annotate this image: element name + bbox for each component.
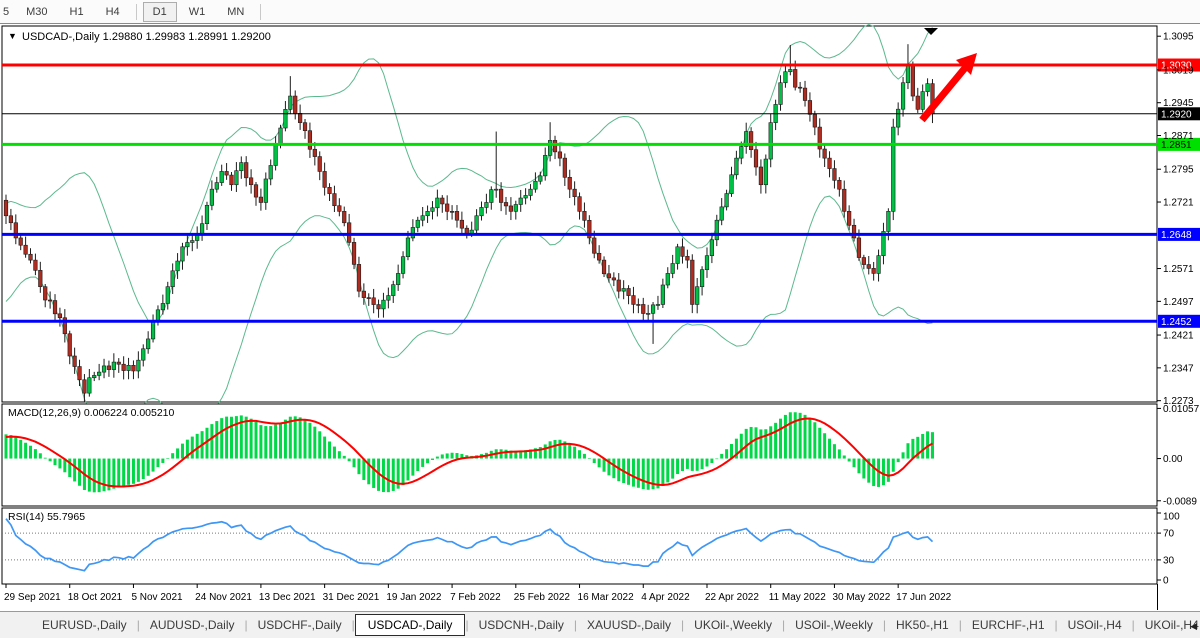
date-axis-label: 16 Mar 2022 — [578, 592, 635, 603]
chart-tabs-bar: EURUSD-,Daily|AUDUSD-,Daily|USDCHF-,Dail… — [0, 611, 1200, 638]
macd-axis-label: 0.00 — [1163, 454, 1183, 465]
rsi-panel — [2, 508, 1157, 584]
symbol-tab-xauusd-daily[interactable]: XAUUSD-,Daily — [577, 615, 681, 635]
rsi-axis-label: 0 — [1163, 576, 1169, 587]
symbol-tab-eurchf-h1[interactable]: EURCHF-,H1 — [962, 615, 1055, 635]
price-tick-label: 1.2795 — [1163, 165, 1194, 176]
toolbar-separator — [136, 4, 137, 20]
tabs-scroll-left-icon[interactable]: ◀ — [1190, 621, 1197, 632]
timeframe-button-5[interactable]: 5 — [1, 2, 14, 22]
symbol-tab-usdcad-daily[interactable]: USDCAD-,Daily — [355, 614, 466, 636]
date-axis-label: 5 Nov 2021 — [131, 592, 183, 603]
date-axis-label: 17 Jun 2022 — [896, 592, 951, 603]
symbol-tab-hk50-h1[interactable]: HK50-,H1 — [886, 615, 959, 635]
date-axis-label: 31 Dec 2021 — [323, 592, 380, 603]
macd-label: MACD(12,26,9) 0.006224 0.005210 — [8, 407, 175, 419]
symbol-tab-audusd-daily[interactable]: AUDUSD-,Daily — [140, 615, 245, 635]
timeframe-button-H4[interactable]: H4 — [96, 2, 130, 22]
date-axis-label: 13 Dec 2021 — [259, 592, 316, 603]
trading-terminal-window: 5M30H1H4D1W1MN 1.30301.29201.28511.26481… — [0, 0, 1200, 638]
date-axis-label: 30 May 2022 — [832, 592, 890, 603]
price-tick-label: 1.2871 — [1163, 131, 1194, 142]
date-axis-label: 7 Feb 2022 — [450, 592, 501, 603]
symbol-tab-usdcnh-daily[interactable]: USDCNH-,Daily — [469, 615, 574, 635]
date-axis-label: 11 May 2022 — [769, 592, 827, 603]
date-axis-label: 24 Nov 2021 — [195, 592, 252, 603]
price-tick-label: 1.2497 — [1163, 297, 1194, 308]
symbol-tab-usoil-h4[interactable]: USOil-,H4 — [1058, 615, 1132, 635]
timeframe-button-H1[interactable]: H1 — [60, 2, 94, 22]
price-tick-label: 1.3095 — [1163, 32, 1194, 43]
price-tick-label: 1.2571 — [1163, 264, 1194, 275]
symbol-tab-usdchf-daily[interactable]: USDCHF-,Daily — [248, 615, 352, 635]
date-axis-label: 19 Jan 2022 — [386, 592, 441, 603]
date-axis-label: 4 Apr 2022 — [641, 592, 690, 603]
rsi-label: RSI(14) 55.7965 — [8, 511, 85, 523]
timeframe-button-W1[interactable]: W1 — [179, 2, 216, 22]
timeframe-button-D1[interactable]: D1 — [143, 2, 177, 22]
date-axis-label: 18 Oct 2021 — [68, 592, 123, 603]
svg-text:1.2920: 1.2920 — [1161, 109, 1192, 120]
rsi-axis-label: 30 — [1163, 555, 1175, 566]
timeframe-toolbar: 5M30H1H4 D1W1MN — [0, 0, 1200, 24]
date-axis-label: 25 Feb 2022 — [514, 592, 571, 603]
price-tick-label: 1.2421 — [1163, 331, 1194, 342]
symbol-tab-ukoil-weekly[interactable]: UKOil-,Weekly — [684, 615, 782, 635]
symbol-tab-usoil-weekly[interactable]: USOil-,Weekly — [785, 615, 883, 635]
macd-axis-label: -0.0089 — [1163, 496, 1197, 507]
timeframe-button-MN[interactable]: MN — [217, 2, 254, 22]
price-tick-label: 1.3019 — [1163, 65, 1194, 76]
rsi-axis-label: 100 — [1163, 512, 1180, 523]
price-tick-label: 1.2945 — [1163, 98, 1194, 109]
symbol-tab-eurusd-daily[interactable]: EURUSD-,Daily — [32, 615, 137, 635]
date-axis-label: 29 Sep 2021 — [4, 592, 61, 603]
svg-text:1.2648: 1.2648 — [1161, 230, 1192, 241]
rsi-axis-label: 70 — [1163, 529, 1175, 540]
price-tick-label: 1.2347 — [1163, 363, 1194, 374]
date-axis-label: 22 Apr 2022 — [705, 592, 759, 603]
timeframe-button-M30[interactable]: M30 — [16, 2, 57, 22]
macd-axis-label: 0.01057 — [1163, 404, 1200, 415]
chart-area: 1.30301.29201.28511.26481.24521.30951.30… — [0, 24, 1200, 610]
chart-canvas: 1.30301.29201.28511.26481.24521.30951.30… — [0, 24, 1200, 610]
svg-text:1.2452: 1.2452 — [1161, 317, 1192, 328]
price-tick-label: 1.2721 — [1163, 198, 1194, 209]
chart-title: USDCAD-,Daily 1.29880 1.29983 1.28991 1.… — [22, 31, 271, 43]
toolbar-separator — [260, 4, 261, 20]
chart-title-collapse-icon: ▼ — [8, 31, 17, 41]
